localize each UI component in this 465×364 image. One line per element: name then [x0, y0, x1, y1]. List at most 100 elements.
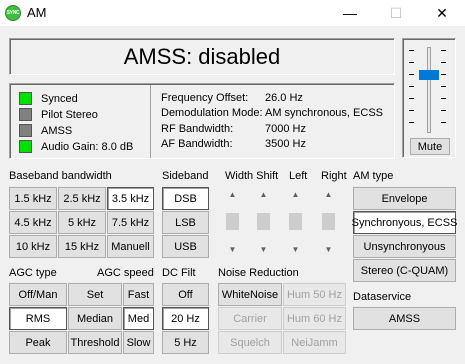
sideband-title: Sideband [162, 170, 209, 182]
width-scrollbar[interactable]: ▲ ▼ [224, 186, 241, 258]
right-label: Right [321, 170, 347, 182]
agc-speed-title: AGC speed [97, 267, 154, 279]
baseband-title: Baseband bandwidth [9, 170, 112, 182]
agc-type-title: AGC type [9, 267, 57, 279]
volume-tick [409, 110, 414, 111]
minimize-button[interactable]: — [327, 0, 373, 26]
volume-tick [409, 50, 414, 51]
volume-tick [409, 62, 414, 63]
nr-hum60-button[interactable]: Hum 60 Hz [283, 307, 346, 330]
width-scroll-thumb[interactable] [226, 213, 239, 230]
agc-threshold-button[interactable]: Threshold [68, 331, 122, 354]
am-stereo-cquam-button[interactable]: Stereo (C-QUAM) [353, 259, 456, 282]
volume-tick [409, 98, 414, 99]
nr-neijamm-button[interactable]: NeiJamm [283, 331, 346, 354]
maximize-button[interactable]: ☐ [373, 0, 419, 26]
scroll-up-icon[interactable]: ▲ [224, 186, 241, 203]
scroll-down-icon[interactable]: ▼ [320, 241, 337, 258]
volume-tick [441, 98, 446, 99]
right-scrollbar[interactable]: ▲ ▼ [320, 186, 337, 258]
bandwidth-5khz-button[interactable]: 5 kHz [58, 211, 106, 234]
left-scroll-thumb[interactable] [289, 213, 302, 230]
freq-offset-value: 26.0 Hz [265, 92, 303, 104]
bandwidth-15khz-button[interactable]: 15 kHz [58, 235, 106, 258]
scroll-up-icon[interactable]: ▲ [320, 186, 337, 203]
volume-tick [441, 62, 446, 63]
bandwidth-3-5khz-button[interactable]: 3.5 kHz [107, 187, 154, 210]
bandwidth-manuell-button[interactable]: Manuell [107, 235, 154, 258]
agc-rms-button[interactable]: RMS [9, 307, 67, 330]
agc-median-button[interactable]: Median [68, 307, 122, 330]
volume-track [427, 47, 431, 133]
rf-bandwidth-value: 7000 Hz [265, 123, 306, 135]
bandwidth-2-5khz-button[interactable]: 2.5 kHz [58, 187, 106, 210]
agc-set-button[interactable]: Set [68, 283, 122, 306]
af-bandwidth-value: 3500 Hz [265, 138, 306, 150]
volume-tick [441, 50, 446, 51]
dc-filt-20hz-button[interactable]: 20 Hz [162, 307, 209, 330]
sideband-lsb-button[interactable]: LSB [162, 211, 209, 234]
right-scroll-thumb[interactable] [322, 213, 335, 230]
width-shift-label: Width Shift [225, 170, 279, 182]
scroll-up-icon[interactable]: ▲ [255, 186, 272, 203]
amss-label: AMSS [41, 125, 73, 137]
app-icon: SYNC [5, 5, 21, 21]
audio-gain-indicator [19, 140, 32, 153]
amss-indicator [19, 124, 32, 137]
shift-scrollbar[interactable]: ▲ ▼ [255, 186, 272, 258]
bandwidth-1-5khz-button[interactable]: 1.5 kHz [9, 187, 57, 210]
dc-filt-5hz-button[interactable]: 5 Hz [162, 331, 209, 354]
scroll-down-icon[interactable]: ▼ [287, 241, 304, 258]
sideband-dsb-button[interactable]: DSB [162, 187, 209, 210]
volume-tick [441, 122, 446, 123]
agc-fast-button[interactable]: Fast [123, 283, 154, 306]
close-button[interactable]: ✕ [419, 0, 465, 26]
scroll-up-icon[interactable]: ▲ [287, 186, 304, 203]
agc-med-button[interactable]: Med [123, 307, 154, 330]
volume-tick [441, 86, 446, 87]
agc-slow-button[interactable]: Slow [123, 331, 154, 354]
left-label: Left [289, 170, 308, 182]
volume-tick [409, 74, 414, 75]
am-unsynchronous-button[interactable]: Unsynchronyous [353, 235, 456, 258]
sideband-usb-button[interactable]: USB [162, 235, 209, 258]
nr-hum50-button[interactable]: Hum 50 Hz [283, 283, 346, 306]
pilot-stereo-indicator [19, 108, 32, 121]
freq-offset-label: Frequency Offset: [161, 92, 249, 104]
noise-reduction-title: Noise Reduction [218, 267, 299, 279]
scroll-down-icon[interactable]: ▼ [255, 241, 272, 258]
scroll-down-icon[interactable]: ▼ [224, 241, 241, 258]
demod-mode-value: AM synchronous, ECSS [265, 107, 383, 119]
bandwidth-7-5khz-button[interactable]: 7.5 kHz [107, 211, 154, 234]
volume-tick [409, 122, 414, 123]
volume-tick [409, 86, 414, 87]
dc-filt-off-button[interactable]: Off [162, 283, 209, 306]
bandwidth-4-5khz-button[interactable]: 4.5 kHz [9, 211, 57, 234]
dataservice-title: Dataservice [353, 291, 412, 303]
agc-off-man-button[interactable]: Off/Man [9, 283, 67, 306]
agc-peak-button[interactable]: Peak [9, 331, 67, 354]
rf-bandwidth-label: RF Bandwidth: [161, 123, 234, 135]
dc-filt-title: DC Filt [162, 267, 196, 279]
volume-tick [441, 74, 446, 75]
nr-squelch-button[interactable]: Squelch [218, 331, 282, 354]
af-bandwidth-label: AF Bandwidth: [161, 138, 233, 150]
shift-scroll-thumb[interactable] [257, 213, 270, 230]
volume-tick [441, 110, 446, 111]
mute-button[interactable]: Mute [410, 138, 450, 155]
am-type-title: AM type [353, 170, 394, 182]
dataservice-amss-button[interactable]: AMSS [353, 307, 456, 330]
status-panel: AMSS: disabled [9, 38, 395, 75]
demod-mode-label: Demodulation Mode: [161, 107, 263, 119]
audio-gain-label: Audio Gain: 8.0 dB [41, 141, 134, 153]
pilot-stereo-label: Pilot Stereo [41, 109, 98, 121]
volume-slider-thumb[interactable] [419, 70, 439, 80]
am-synchronous-button[interactable]: Synchronyous, ECSS [352, 211, 457, 234]
left-scrollbar[interactable]: ▲ ▼ [287, 186, 304, 258]
synced-label: Synced [41, 93, 78, 105]
bandwidth-10khz-button[interactable]: 10 kHz [9, 235, 57, 258]
am-envelope-button[interactable]: Envelope [353, 187, 456, 210]
nr-carrier-button[interactable]: Carrier [218, 307, 282, 330]
nr-whitenoise-button[interactable]: WhiteNoise [218, 283, 282, 306]
window-title: AM [27, 5, 47, 20]
